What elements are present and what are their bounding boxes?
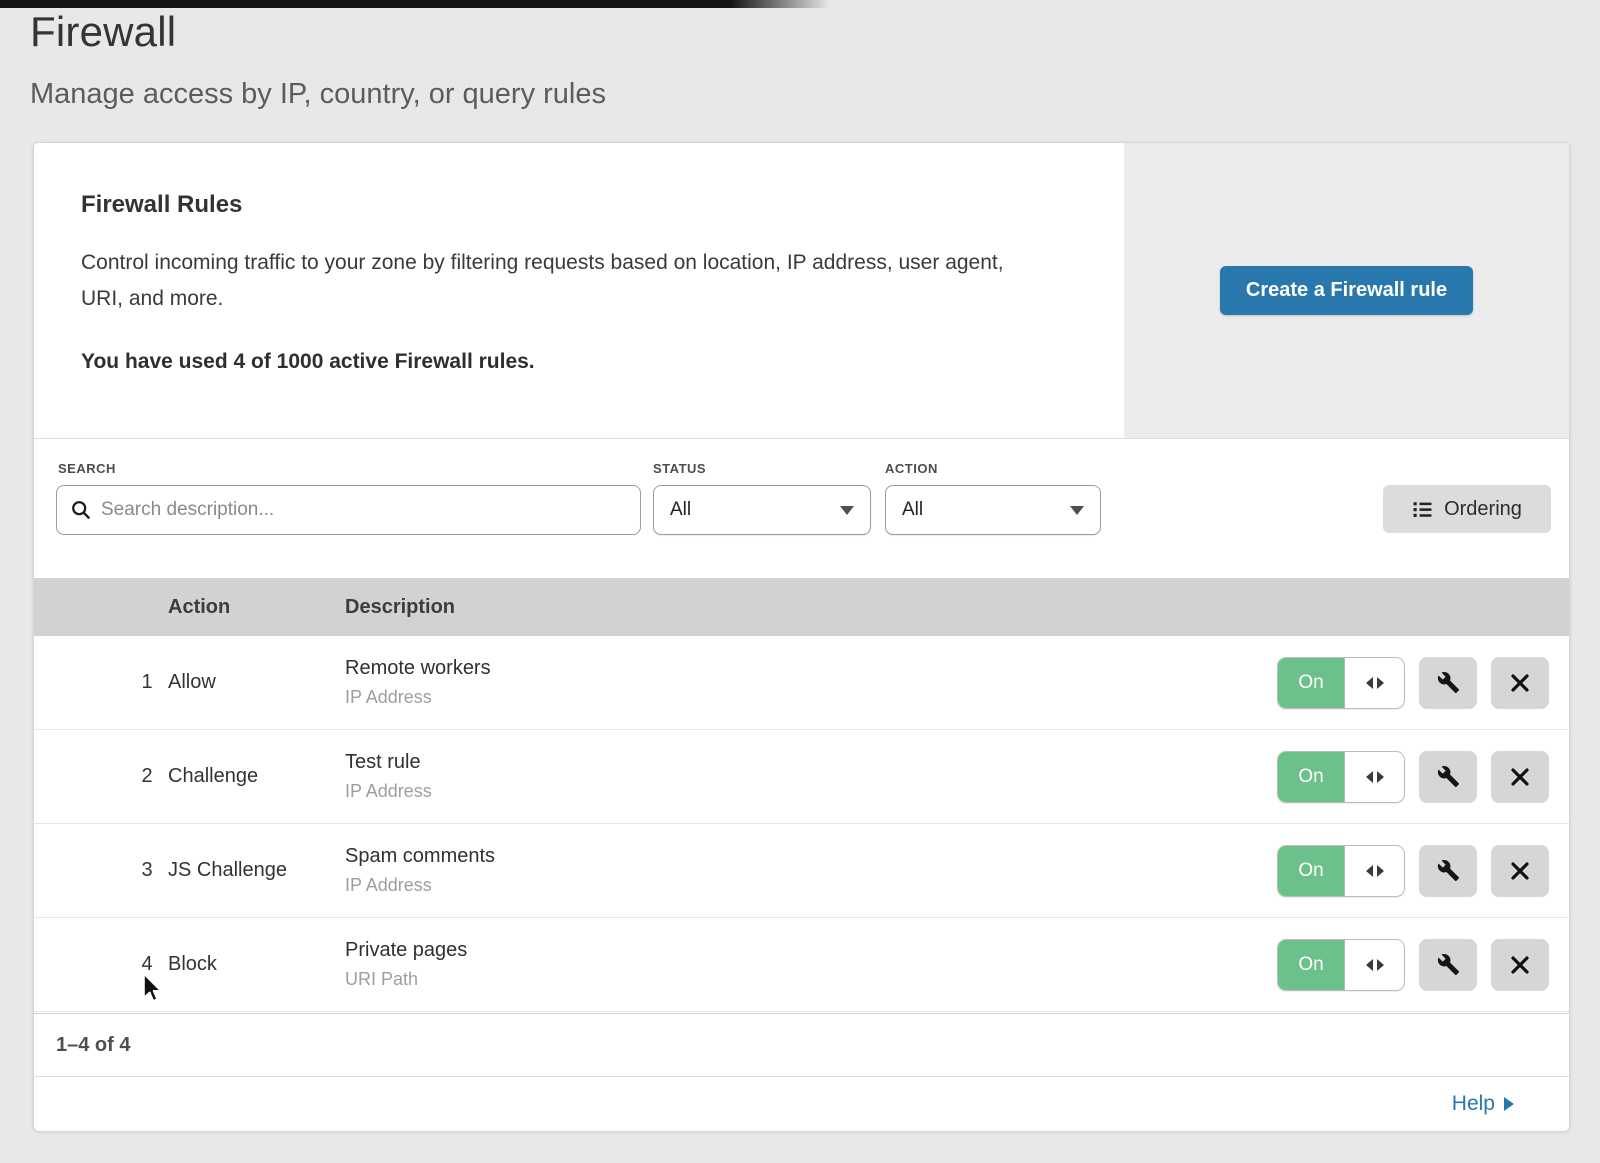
toggle-on-label[interactable]: On — [1278, 940, 1345, 990]
rule-toggle[interactable]: On — [1277, 657, 1405, 709]
help-link[interactable]: Help — [1452, 1092, 1514, 1116]
list-icon — [1412, 499, 1433, 520]
rule-description: Spam comments — [345, 845, 495, 868]
ordering-button-label: Ordering — [1444, 498, 1522, 521]
close-icon — [1510, 673, 1530, 693]
column-header-action: Action — [168, 596, 230, 619]
delete-rule-button[interactable] — [1491, 657, 1549, 709]
wrench-icon — [1437, 859, 1460, 882]
rule-description-cell: Remote workers IP Address — [345, 636, 491, 729]
table-header: Action Description — [34, 578, 1569, 636]
delete-rule-button[interactable] — [1491, 751, 1549, 803]
table-row: 3 JS Challenge Spam comments IP Address … — [34, 824, 1569, 918]
search-icon — [71, 500, 91, 520]
delete-rule-button[interactable] — [1491, 845, 1549, 897]
firewall-rules-card: Firewall Rules Control incoming traffic … — [33, 142, 1570, 1131]
rule-match-type: URI Path — [345, 969, 467, 990]
ordering-button[interactable]: Ordering — [1383, 485, 1551, 533]
row-controls: On — [1277, 918, 1549, 1011]
rule-match-type: IP Address — [345, 781, 432, 802]
toggle-on-label[interactable]: On — [1278, 752, 1345, 802]
rule-description-cell: Test rule IP Address — [345, 730, 432, 823]
edit-rule-button[interactable] — [1419, 751, 1477, 803]
create-rule-panel: Create a Firewall rule — [1124, 143, 1569, 438]
filters-section: SEARCH STATUS All ACTION All Ordering — [34, 438, 1569, 578]
wrench-icon — [1437, 953, 1460, 976]
page-title: Firewall — [30, 8, 176, 56]
rule-action: Block — [168, 918, 217, 1011]
toggle-handle-arrows-icon[interactable] — [1345, 940, 1404, 990]
close-icon — [1510, 861, 1530, 881]
action-select[interactable]: All — [885, 485, 1101, 535]
pagination-count: 1–4 of 4 — [56, 1034, 130, 1057]
rule-action: Challenge — [168, 730, 258, 823]
page-subtitle: Manage access by IP, country, or query r… — [30, 78, 606, 111]
rule-match-type: IP Address — [345, 875, 495, 896]
delete-rule-button[interactable] — [1491, 939, 1549, 991]
rule-action: JS Challenge — [168, 824, 287, 917]
rule-priority: 3 — [132, 824, 162, 917]
status-label: STATUS — [653, 461, 706, 476]
rule-match-type: IP Address — [345, 687, 491, 708]
chevron-down-icon — [1070, 506, 1084, 515]
status-select[interactable]: All — [653, 485, 871, 535]
rule-description: Private pages — [345, 939, 467, 962]
pagination-row: 1–4 of 4 — [34, 1013, 1569, 1076]
screen-artifact-bar — [0, 0, 830, 8]
rule-description: Test rule — [345, 751, 432, 774]
rule-priority: 2 — [132, 730, 162, 823]
search-box[interactable] — [56, 485, 641, 535]
rule-action: Allow — [168, 636, 216, 729]
arrow-right-icon — [1504, 1097, 1514, 1111]
status-select-value: All — [670, 499, 691, 521]
action-label: ACTION — [885, 461, 938, 476]
rule-description-cell: Private pages URI Path — [345, 918, 467, 1011]
edit-rule-button[interactable] — [1419, 939, 1477, 991]
rule-toggle[interactable]: On — [1277, 751, 1405, 803]
wrench-icon — [1437, 765, 1460, 788]
rules-usage-note: You have used 4 of 1000 active Firewall … — [81, 350, 1081, 374]
help-link-label: Help — [1452, 1092, 1495, 1116]
create-firewall-rule-button[interactable]: Create a Firewall rule — [1220, 266, 1473, 315]
overview-section: Firewall Rules Control incoming traffic … — [34, 143, 1569, 438]
edit-rule-button[interactable] — [1419, 845, 1477, 897]
rule-toggle[interactable]: On — [1277, 845, 1405, 897]
row-controls: On — [1277, 824, 1549, 917]
rule-priority: 1 — [132, 636, 162, 729]
overview-text-block: Firewall Rules Control incoming traffic … — [81, 191, 1081, 374]
help-row: Help — [34, 1076, 1569, 1131]
action-select-value: All — [902, 499, 923, 521]
toggle-on-label[interactable]: On — [1278, 846, 1345, 896]
rule-description-cell: Spam comments IP Address — [345, 824, 495, 917]
rules-list: 1 Allow Remote workers IP Address On — [34, 636, 1569, 1012]
table-row: 1 Allow Remote workers IP Address On — [34, 636, 1569, 730]
edit-rule-button[interactable] — [1419, 657, 1477, 709]
close-icon — [1510, 955, 1530, 975]
row-controls: On — [1277, 730, 1549, 823]
toggle-handle-arrows-icon[interactable] — [1345, 658, 1404, 708]
close-icon — [1510, 767, 1530, 787]
toggle-handle-arrows-icon[interactable] — [1345, 846, 1404, 896]
search-input[interactable] — [101, 499, 626, 521]
row-controls: On — [1277, 636, 1549, 729]
section-description: Control incoming traffic to your zone by… — [81, 245, 1031, 317]
toggle-on-label[interactable]: On — [1278, 658, 1345, 708]
section-title: Firewall Rules — [81, 191, 1081, 219]
chevron-down-icon — [840, 506, 854, 515]
wrench-icon — [1437, 671, 1460, 694]
toggle-handle-arrows-icon[interactable] — [1345, 752, 1404, 802]
column-header-description: Description — [345, 596, 455, 619]
search-label: SEARCH — [58, 461, 116, 476]
rule-toggle[interactable]: On — [1277, 939, 1405, 991]
rule-description: Remote workers — [345, 657, 491, 680]
mouse-cursor — [140, 972, 166, 1009]
table-row: 4 Block Private pages URI Path On — [34, 918, 1569, 1012]
table-row: 2 Challenge Test rule IP Address On — [34, 730, 1569, 824]
